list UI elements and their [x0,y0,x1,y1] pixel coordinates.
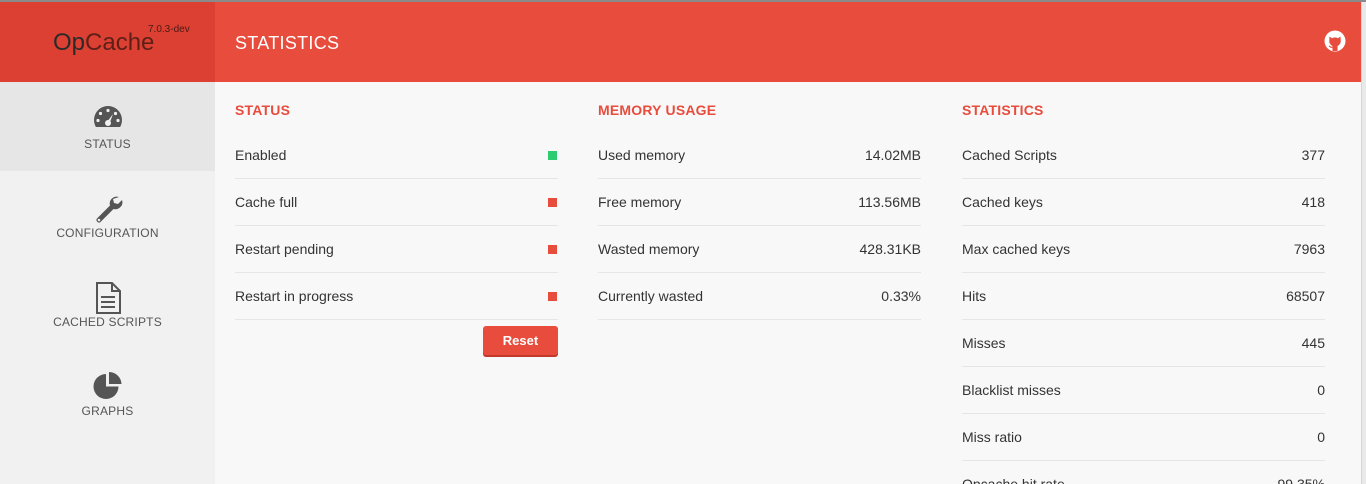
status-row-enabled: Enabled [235,132,558,179]
row-value: 428.31KB [859,241,922,257]
row-label: Enabled [235,147,287,163]
row-label: Hits [962,288,987,304]
status-row-restart-in-progress: Restart in progress [235,273,558,320]
app-logo[interactable]: OpCache [53,30,154,56]
row-value: 68507 [1286,288,1325,304]
github-icon[interactable] [1324,30,1346,52]
row-label: Cached keys [962,194,1043,210]
status-indicator-off [548,197,557,207]
gauge-icon [0,104,215,134]
stats-row-cached-keys: Cached keys 418 [962,179,1325,226]
row-value: 0.33% [881,288,921,304]
sidebar-nav: STATUS CONFIGURATION CACHED SCRIPTS GRAP… [0,82,215,438]
sidebar-item-label: CONFIGURATION [56,226,159,240]
sidebar: OpCache 7.0.3-dev STATUS CONFIGURATION C… [0,2,215,484]
pie-chart-icon [0,371,215,401]
row-label: Restart pending [235,241,334,257]
page-header: STATISTICS [215,2,1361,82]
statistics-rows: Cached Scripts 377 Cached keys 418 Max c… [962,132,1325,484]
row-label: Opcache hit rate [962,476,1065,484]
row-label: Blacklist misses [962,382,1061,398]
logo-op: Op [53,29,86,56]
status-row-cache-full: Cache full [235,179,558,226]
memory-row-used: Used memory 14.02MB [598,132,921,179]
row-value: 99.35% [1277,476,1325,484]
row-value: 418 [1301,194,1325,210]
row-label: Cached Scripts [962,147,1057,163]
status-indicator-off [548,244,557,254]
sidebar-item-label: STATUS [84,137,131,151]
row-label: Cache full [235,194,298,210]
status-title: STATUS [235,102,291,118]
statistics-title: STATISTICS [962,102,1044,118]
row-label: Used memory [598,147,686,163]
status-row-restart-pending: Restart pending [235,226,558,273]
memory-row-currently-wasted: Currently wasted 0.33% [598,273,921,320]
row-label: Restart in progress [235,288,354,304]
status-indicator-on [548,150,557,160]
memory-row-wasted: Wasted memory 428.31KB [598,226,921,273]
row-value: 7963 [1293,241,1325,257]
row-label: Miss ratio [962,429,1022,445]
row-label: Currently wasted [598,288,704,304]
row-label: Max cached keys [962,241,1071,257]
stats-row-miss-ratio: Miss ratio 0 [962,414,1325,461]
window-scrollbar[interactable] [1361,2,1366,484]
stats-row-opcache-hit-rate: Opcache hit rate 99.35% [962,461,1325,484]
row-value: 14.02MB [864,147,921,163]
memory-row-free: Free memory 113.56MB [598,179,921,226]
stats-row-hits: Hits 68507 [962,273,1325,320]
app-version: 7.0.3-dev [148,24,190,35]
stats-row-cached-scripts: Cached Scripts 377 [962,132,1325,179]
row-label: Wasted memory [598,241,700,257]
row-value: 445 [1301,335,1325,351]
stats-row-misses: Misses 445 [962,320,1325,367]
sidebar-item-configuration[interactable]: CONFIGURATION [0,171,215,260]
row-value: 113.56MB [858,194,921,210]
status-rows: Enabled Cache full Restart pending Resta… [235,132,558,320]
reset-button[interactable]: Reset [483,326,558,355]
stats-row-max-cached-keys: Max cached keys 7963 [962,226,1325,273]
row-value: 0 [1317,429,1325,445]
memory-title: MEMORY USAGE [598,102,717,118]
row-label: Misses [962,335,1006,351]
sidebar-item-label: GRAPHS [81,404,134,418]
row-value: 0 [1317,382,1325,398]
logo-cache: Cache [85,29,155,56]
sidebar-item-label: CACHED SCRIPTS [53,315,162,329]
document-icon [0,282,215,314]
stats-row-blacklist-misses: Blacklist misses 0 [962,367,1325,414]
logo-area: OpCache 7.0.3-dev [0,2,215,82]
row-label: Free memory [598,194,682,210]
memory-rows: Used memory 14.02MB Free memory 113.56MB… [598,132,921,320]
sidebar-item-graphs[interactable]: GRAPHS [0,349,215,438]
sidebar-item-status[interactable]: STATUS [0,82,215,171]
page-title: STATISTICS [235,33,340,53]
wrench-icon [0,193,215,223]
status-indicator-off [548,291,557,301]
row-value: 377 [1301,147,1325,163]
sidebar-item-cached-scripts[interactable]: CACHED SCRIPTS [0,260,215,349]
